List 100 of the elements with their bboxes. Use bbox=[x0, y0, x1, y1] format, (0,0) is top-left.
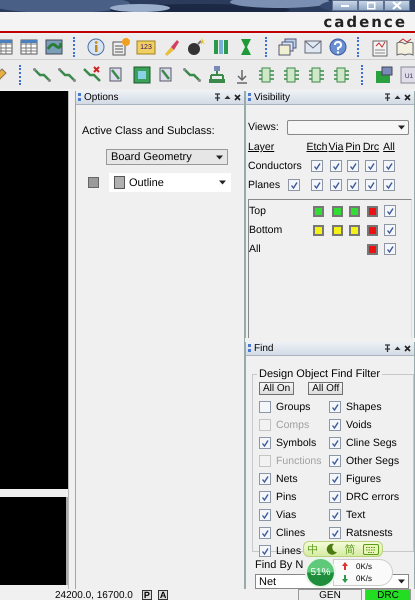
color-swatch[interactable] bbox=[312, 206, 324, 216]
checkbox[interactable] bbox=[311, 179, 323, 191]
dropdown-caret-icon[interactable] bbox=[398, 579, 405, 584]
component-icon[interactable] bbox=[332, 64, 352, 84]
collapse-icon[interactable] bbox=[394, 345, 401, 352]
checkbox[interactable] bbox=[384, 243, 396, 255]
filter-button[interactable]: All Off bbox=[308, 382, 344, 395]
filter-button[interactable]: All On bbox=[259, 382, 294, 395]
column-header[interactable]: Via bbox=[328, 141, 344, 153]
up-arrow-icon bbox=[342, 562, 348, 570]
dropdown-caret-icon[interactable] bbox=[216, 154, 223, 160]
tree-icon[interactable] bbox=[207, 64, 227, 84]
color-swatch[interactable] bbox=[366, 206, 378, 216]
color-swatch[interactable] bbox=[348, 224, 360, 236]
windows-icon[interactable] bbox=[278, 37, 298, 57]
close-icon[interactable] bbox=[404, 345, 411, 352]
checkbox-label: Other Segs bbox=[346, 455, 400, 467]
checkbox[interactable] bbox=[330, 160, 342, 172]
component-icon[interactable] bbox=[257, 64, 277, 84]
close-button[interactable] bbox=[384, 0, 410, 11]
checkbox[interactable] bbox=[329, 473, 341, 485]
checkbox-label: Shapes bbox=[346, 401, 382, 413]
column-header[interactable]: Pin bbox=[344, 141, 362, 153]
pin-icon[interactable] bbox=[384, 93, 391, 102]
close-icon[interactable] bbox=[234, 94, 241, 101]
column-header[interactable]: Etch bbox=[306, 141, 328, 153]
checkbox[interactable] bbox=[259, 545, 271, 557]
trace-cross-icon[interactable] bbox=[82, 64, 102, 84]
dropdown-caret-icon[interactable] bbox=[398, 124, 405, 130]
grip-icon[interactable] bbox=[248, 93, 251, 102]
checkbox[interactable] bbox=[311, 160, 323, 172]
box-icon[interactable] bbox=[132, 64, 152, 84]
checkbox[interactable] bbox=[259, 509, 271, 521]
preview-canvas[interactable] bbox=[0, 497, 68, 585]
checkbox[interactable] bbox=[259, 401, 271, 413]
checkbox[interactable] bbox=[288, 179, 300, 191]
color-swatch[interactable] bbox=[366, 224, 378, 236]
checkbox[interactable] bbox=[329, 455, 341, 467]
pin-icon[interactable] bbox=[214, 93, 221, 102]
color-swatch[interactable] bbox=[332, 206, 342, 216]
checkbox[interactable] bbox=[329, 437, 341, 449]
color-swatch[interactable] bbox=[348, 206, 360, 216]
mode-button[interactable]: P bbox=[142, 590, 152, 600]
sheet-icon[interactable] bbox=[111, 37, 131, 57]
class-dropdown[interactable]: Board Geometry bbox=[106, 149, 228, 165]
keyboard-icon[interactable] bbox=[362, 544, 378, 554]
dropdown-caret-icon[interactable] bbox=[219, 180, 226, 185]
info-icon[interactable] bbox=[86, 37, 106, 57]
mode-button[interactable]: A bbox=[158, 590, 168, 600]
checkbox[interactable] bbox=[259, 491, 271, 503]
checkbox[interactable] bbox=[329, 491, 341, 503]
checkbox-label: Cline Segs bbox=[346, 437, 397, 449]
collapse-icon[interactable] bbox=[394, 94, 401, 101]
column-header[interactable]: All bbox=[380, 141, 398, 153]
color-swatch[interactable] bbox=[332, 224, 342, 236]
bars-icon[interactable] bbox=[211, 37, 231, 57]
collapse-icon[interactable] bbox=[224, 94, 231, 101]
layer-label: Bottom bbox=[249, 224, 284, 236]
checkbox-label: Text bbox=[346, 509, 366, 521]
checkbox[interactable] bbox=[329, 527, 341, 539]
board-icon[interactable] bbox=[374, 64, 394, 84]
map-icon[interactable] bbox=[44, 37, 64, 57]
close-icon[interactable] bbox=[404, 94, 411, 101]
checkbox[interactable] bbox=[259, 527, 271, 539]
checkbox[interactable] bbox=[329, 401, 341, 413]
checkbox[interactable] bbox=[384, 224, 396, 236]
checkbox[interactable] bbox=[330, 179, 342, 191]
checkbox[interactable] bbox=[259, 437, 271, 449]
checkbox[interactable] bbox=[383, 179, 395, 191]
help-icon[interactable] bbox=[328, 37, 348, 57]
checkbox[interactable] bbox=[329, 509, 341, 521]
component-icon[interactable] bbox=[282, 64, 302, 84]
checkbox[interactable] bbox=[347, 160, 359, 172]
color-swatch[interactable] bbox=[312, 224, 324, 236]
grip-icon[interactable] bbox=[248, 344, 251, 353]
book-icon[interactable] bbox=[395, 37, 415, 57]
checkbox[interactable] bbox=[347, 179, 359, 191]
checkbox[interactable] bbox=[365, 160, 377, 172]
grip-icon[interactable] bbox=[78, 93, 81, 102]
bomb-icon[interactable] bbox=[186, 37, 206, 57]
restore-button[interactable] bbox=[358, 0, 384, 11]
down-arrow-icon bbox=[342, 574, 348, 583]
table-icon[interactable] bbox=[19, 37, 39, 57]
checkbox[interactable] bbox=[384, 205, 396, 217]
color-swatch[interactable] bbox=[88, 177, 99, 188]
checkbox-label: Symbols bbox=[276, 437, 316, 449]
column-header[interactable]: Drc bbox=[362, 141, 380, 153]
checkbox[interactable] bbox=[383, 160, 395, 172]
download-speed: 0K/s bbox=[356, 574, 374, 584]
checkbox[interactable] bbox=[329, 419, 341, 431]
moon-icon[interactable] bbox=[326, 543, 338, 555]
table-icon[interactable] bbox=[0, 37, 14, 57]
minimize-button[interactable] bbox=[332, 0, 358, 11]
pin-icon[interactable] bbox=[384, 344, 391, 353]
checkbox[interactable] bbox=[365, 179, 377, 191]
subclass-dropdown[interactable]: Outline bbox=[109, 173, 231, 192]
color-swatch[interactable] bbox=[366, 244, 378, 254]
column-header[interactable]: Layer bbox=[248, 141, 306, 153]
checkbox[interactable] bbox=[259, 473, 271, 485]
component-icon[interactable] bbox=[307, 64, 327, 84]
